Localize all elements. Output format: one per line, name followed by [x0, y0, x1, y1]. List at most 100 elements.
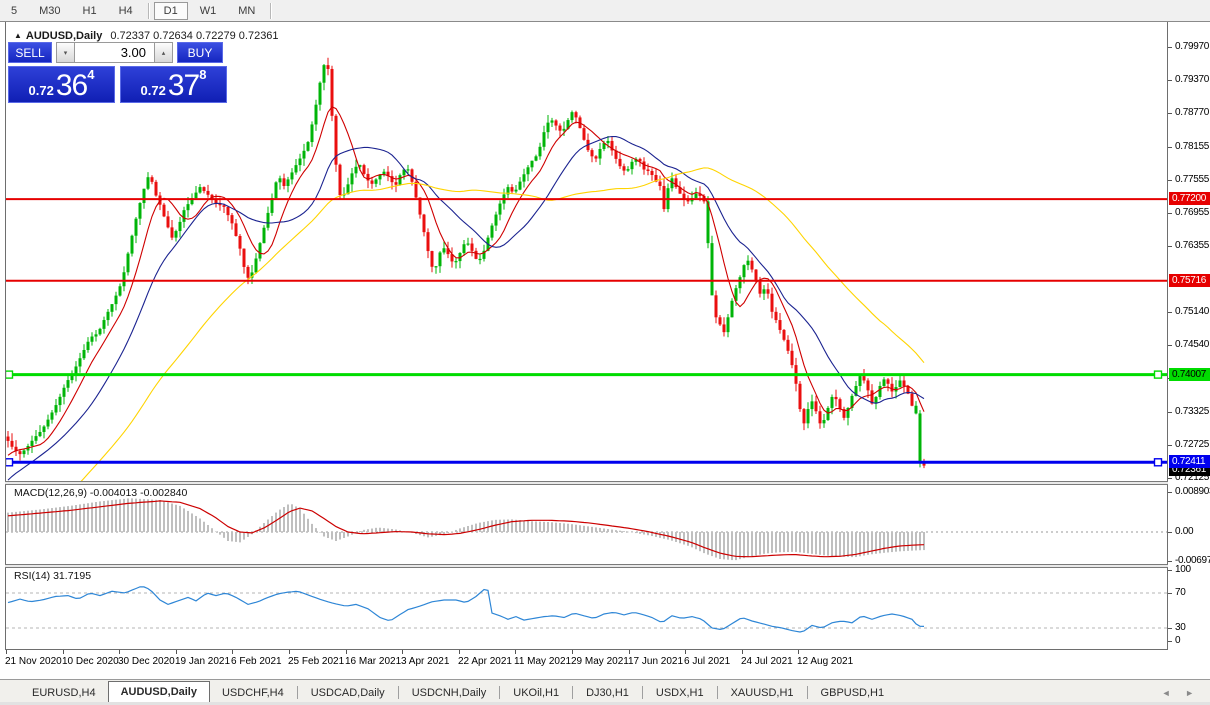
date-tick [742, 650, 743, 654]
axis-tick [1168, 593, 1172, 594]
rsi-label: RSI(14) 31.7195 [14, 570, 91, 582]
rsi-line [8, 587, 924, 632]
axis-tick [1168, 113, 1172, 114]
date-tick [402, 650, 403, 654]
chart-tab-USDCHF[interactable]: USDCHF,H4 [210, 684, 296, 703]
chart-tab-bar: EURUSD,H4AUDUSD,DailyUSDCHF,H4USDCAD,Dai… [0, 679, 1210, 703]
date-tick [572, 650, 573, 654]
axis-tick [1168, 445, 1172, 446]
axis-tick-label: 0.79970 [1175, 41, 1209, 52]
date-tick [176, 650, 177, 654]
chart-tab-XAUUSD[interactable]: XAUUSD,H1 [719, 684, 806, 703]
axis-tick-label: 0.78155 [1175, 141, 1209, 152]
axis-tick [1168, 47, 1172, 48]
tab-divider [572, 686, 573, 699]
axis-tick [1168, 180, 1172, 181]
sell-button[interactable]: SELL [8, 42, 52, 63]
axis-tick-label: 0 [1175, 635, 1180, 646]
axis-tick-label: 70 [1175, 587, 1186, 598]
volume-increase-button[interactable]: ▴ [154, 42, 173, 63]
axis-tick [1168, 147, 1172, 148]
chart-tab-USDCAD[interactable]: USDCAD,Daily [299, 684, 397, 703]
buy-quote-button[interactable]: 0.72 37 8 [120, 66, 227, 103]
axis-tick-label: 100 [1175, 564, 1191, 575]
axis-tick [1168, 246, 1172, 247]
timeframe-button-5[interactable]: 5 [1, 2, 27, 20]
date-tick [6, 650, 7, 654]
macd-label: MACD(12,26,9) -0.004013 -0.002840 [14, 487, 187, 499]
date-label: 17 Jun 2021 [628, 656, 683, 667]
tab-divider [642, 686, 643, 699]
date-tick [629, 650, 630, 654]
support-line-0.72411-handle[interactable] [6, 459, 13, 466]
chart-tab-USDX[interactable]: USDX,H1 [644, 684, 716, 703]
axis-tick-label: 0.74540 [1175, 339, 1209, 350]
tab-divider [717, 686, 718, 699]
buy-price-prefix: 0.72 [141, 82, 166, 100]
date-label: 25 Feb 2021 [288, 656, 344, 667]
date-label: 6 Feb 2021 [231, 656, 282, 667]
chart-tab-AUDUSD[interactable]: AUDUSD,Daily [108, 681, 210, 703]
rsi-pane[interactable] [6, 567, 1167, 648]
price-axis: 0.799700.793700.787700.781550.775550.769… [1168, 22, 1210, 678]
chart-tab-GBPUSD[interactable]: GBPUSD,H1 [809, 684, 897, 703]
timeframe-button-W1[interactable]: W1 [190, 2, 227, 20]
timeframe-button-H4[interactable]: H4 [109, 2, 143, 20]
axis-tick [1168, 80, 1172, 81]
axis-tick [1168, 628, 1172, 629]
axis-tick-label: 0.79370 [1175, 74, 1209, 85]
date-tick [232, 650, 233, 654]
date-tick [289, 650, 290, 654]
support-line-0.74007-price-label: 0.74007 [1169, 368, 1210, 381]
symbol-name: AUDUSD,Daily [26, 30, 102, 42]
tab-scroll-arrows[interactable]: ◄ ► [1162, 688, 1200, 698]
trading-platform-window: 5M30H1H4 D1W1MN ▲ AUDUSD,Daily 0.72337 0.72… [0, 0, 1210, 705]
axis-tick [1168, 570, 1172, 571]
axis-tick-label: 0.78770 [1175, 107, 1209, 118]
chevron-down-icon: ▾ [64, 49, 68, 57]
chart-tab-EURUSD[interactable]: EURUSD,H4 [20, 684, 108, 703]
sell-price-prefix: 0.72 [29, 82, 54, 100]
date-tick [346, 650, 347, 654]
support-line-0.72411-handle[interactable] [1155, 459, 1162, 466]
tab-divider [807, 686, 808, 699]
date-label: 29 May 2021 [571, 656, 629, 667]
date-tick [63, 650, 64, 654]
support-line-0.74007-handle[interactable] [1155, 371, 1162, 378]
date-label: 19 Jan 2021 [175, 656, 230, 667]
timeframe-button-D1[interactable]: D1 [154, 2, 188, 20]
axis-tick [1168, 345, 1172, 346]
timeframe-button-MN[interactable]: MN [228, 2, 265, 20]
axis-tick-label: 0.73325 [1175, 406, 1209, 417]
date-label: 11 May 2021 [514, 656, 571, 667]
date-label: 16 Mar 2021 [345, 656, 401, 667]
volume-input[interactable]: 3.00 [75, 42, 154, 63]
one-click-trade-panel: SELL ▾ 3.00 ▴ BUY 0.72 36 4 0.72 37 8 [8, 42, 230, 103]
symbol-marker-icon: ▲ [14, 31, 22, 40]
date-tick [515, 650, 516, 654]
axis-tick-label: 0.76955 [1175, 207, 1209, 218]
chart-tab-DJ30[interactable]: DJ30,H1 [574, 684, 641, 703]
toolbar-separator [270, 3, 271, 19]
buy-button[interactable]: BUY [177, 42, 223, 63]
date-tick [798, 650, 799, 654]
tab-divider [499, 686, 500, 699]
tab-divider [398, 686, 399, 699]
timeframe-button-H1[interactable]: H1 [73, 2, 107, 20]
support-line-0.74007-handle[interactable] [6, 371, 13, 378]
date-label: 30 Dec 2020 [118, 656, 175, 667]
date-tick [685, 650, 686, 654]
ohlc-values: 0.72337 0.72634 0.72279 0.72361 [110, 30, 278, 42]
chart-tab-USDCNH[interactable]: USDCNH,Daily [400, 684, 499, 703]
date-tick [459, 650, 460, 654]
chart-tab-UKOil[interactable]: UKOil,H1 [501, 684, 571, 703]
volume-decrease-button[interactable]: ▾ [56, 42, 75, 63]
date-label: 24 Jul 2021 [741, 656, 793, 667]
axis-tick-label: 30 [1175, 622, 1186, 633]
sell-quote-button[interactable]: 0.72 36 4 [8, 66, 115, 103]
timeframe-toolbar: 5M30H1H4 D1W1MN [0, 0, 1210, 22]
toolbar-separator [148, 3, 149, 19]
date-label: 21 Nov 2020 [5, 656, 62, 667]
axis-tick-label: 0.00 [1175, 526, 1193, 537]
timeframe-button-M30[interactable]: M30 [29, 2, 70, 20]
